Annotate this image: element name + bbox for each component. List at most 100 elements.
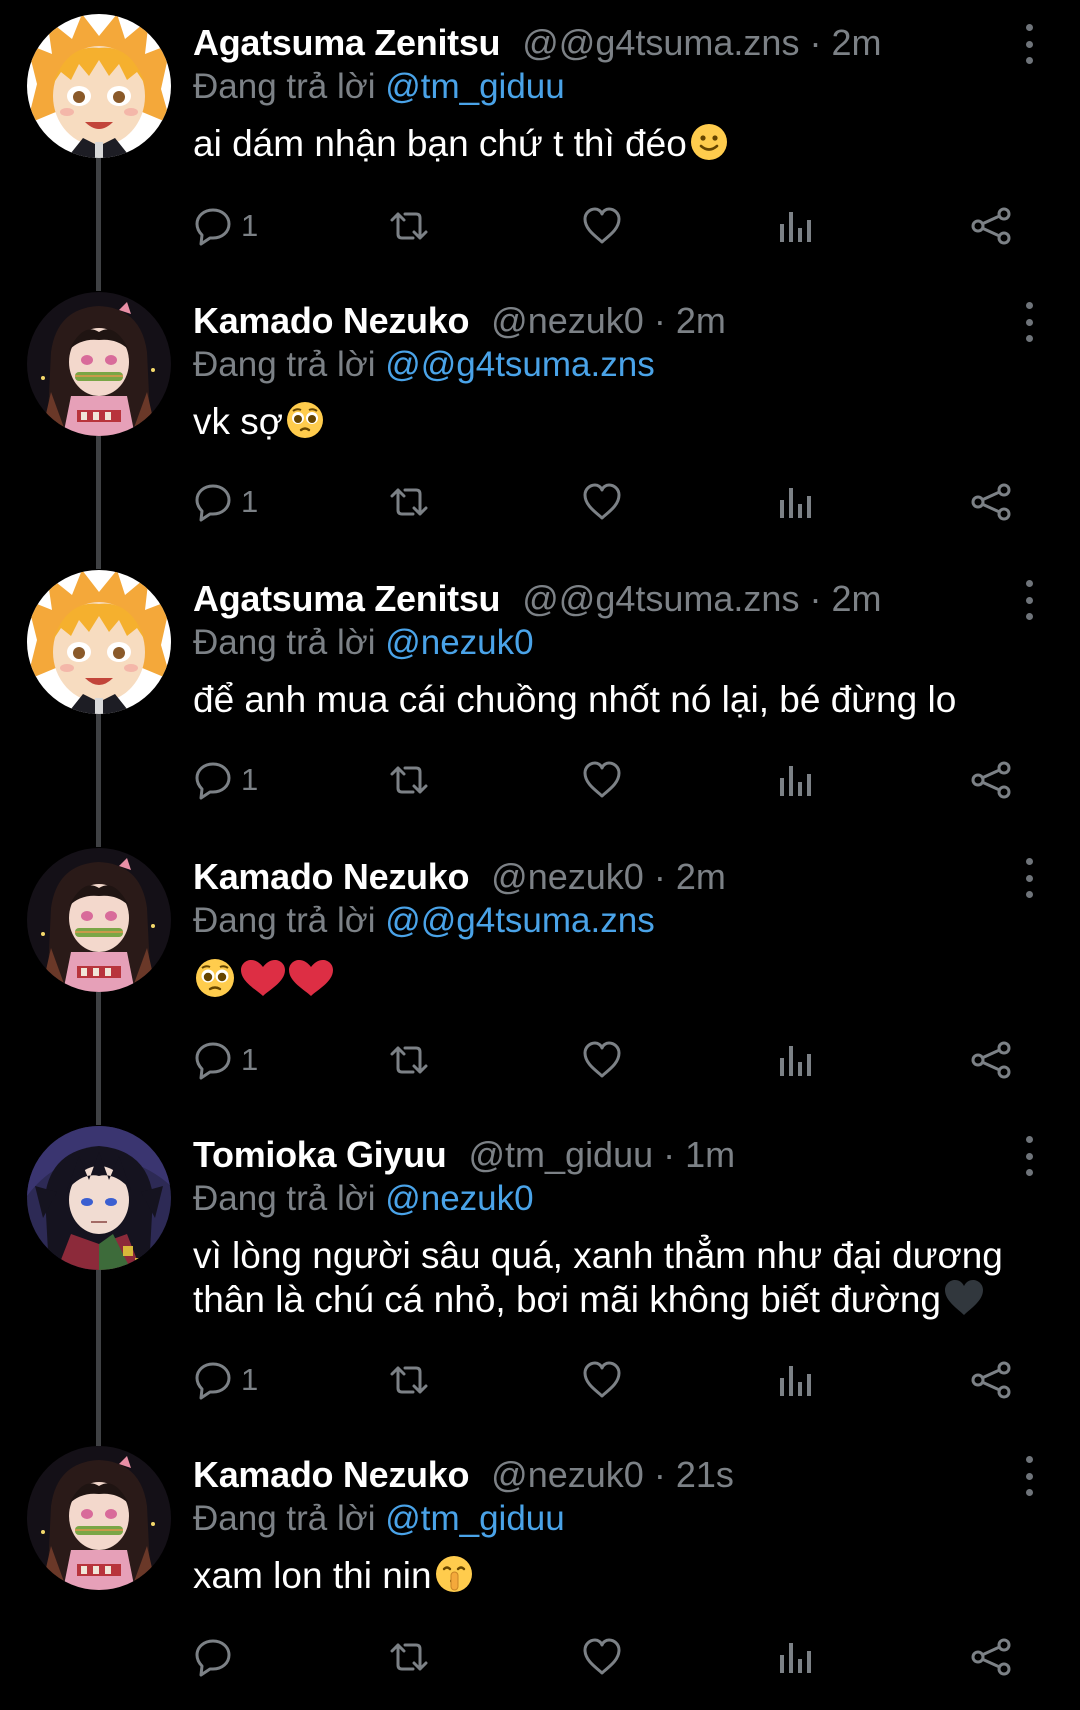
tweet-text-line: để anh mua cái chuồng nhốt nó lại, bé đừ… (193, 679, 957, 720)
tweet-text: để anh mua cái chuồng nhốt nó lại, bé đừ… (193, 678, 1043, 722)
more-options-icon[interactable] (1014, 1136, 1044, 1176)
tweet-header: Kamado Nezuko @nezuk0 · 21s (193, 1450, 734, 1500)
display-name[interactable]: Kamado Nezuko (193, 300, 469, 341)
timestamp[interactable]: 2m (676, 856, 726, 897)
separator-dot: · (653, 300, 676, 341)
avatar[interactable] (27, 292, 171, 436)
retweet-button[interactable] (386, 1632, 432, 1682)
separator-dot: · (809, 22, 832, 63)
retweet-button[interactable] (386, 1035, 432, 1085)
display-name[interactable]: Tomioka Giyuu (193, 1134, 447, 1175)
tweet-actions (193, 1632, 1023, 1682)
display-name[interactable]: Kamado Nezuko (193, 1454, 469, 1495)
tweet-card[interactable]: Agatsuma Zenitsu @@g4tsuma.zns · 2m Đang… (0, 0, 1080, 278)
user-handle[interactable]: @nezuk0 (491, 856, 644, 897)
analytics-button[interactable] (778, 755, 814, 805)
pleading-face-and-two-red-hearts-emoji (193, 956, 335, 1010)
tweet-card[interactable]: Kamado Nezuko @nezuk0 · 2m Đang trả lời … (0, 834, 1080, 1112)
analytics-button[interactable] (778, 201, 814, 251)
heart-icon (583, 1638, 621, 1675)
user-handle[interactable]: @tm_giduu (468, 1134, 653, 1175)
like-button[interactable] (581, 1355, 623, 1405)
analytics-icon (780, 212, 811, 242)
display-name[interactable]: Agatsuma Zenitsu (193, 578, 501, 619)
avatar[interactable] (27, 1126, 171, 1270)
user-handle[interactable]: @@g4tsuma.zns (522, 22, 799, 63)
more-options-icon[interactable] (1014, 1456, 1044, 1496)
display-name[interactable]: Agatsuma Zenitsu (193, 22, 501, 63)
tweet-text-line: xam lon thi nin (193, 1555, 432, 1596)
reply-button[interactable]: 1 (193, 1035, 258, 1085)
tweet-card[interactable]: Agatsuma Zenitsu @@g4tsuma.zns · 2m Đang… (0, 556, 1080, 834)
retweet-button[interactable] (386, 1355, 432, 1405)
share-button[interactable] (969, 755, 1013, 805)
reply-button[interactable]: 1 (193, 755, 258, 805)
reply-button[interactable]: 1 (193, 1355, 258, 1405)
like-button[interactable] (581, 755, 623, 805)
avatar[interactable] (27, 1446, 171, 1590)
like-button[interactable] (581, 201, 623, 251)
analytics-button[interactable] (778, 477, 814, 527)
tweet-header: Kamado Nezuko @nezuk0 · 2m (193, 852, 726, 902)
share-button[interactable] (969, 1035, 1013, 1085)
replying-to-label: Đang trả lời (193, 1179, 376, 1218)
mention-link[interactable]: @@g4tsuma.zns (385, 901, 655, 940)
retweet-button[interactable] (386, 201, 432, 251)
replying-to-label: Đang trả lời (193, 901, 376, 940)
reply-icon (195, 484, 231, 522)
like-button[interactable] (581, 1035, 623, 1085)
replying-to-label: Đang trả lời (193, 623, 376, 662)
tweet-text: ai dám nhận bạn chứ t thì đéo (193, 122, 1043, 172)
mention-link[interactable]: @tm_giduu (385, 1499, 565, 1538)
user-handle[interactable]: @nezuk0 (491, 1454, 644, 1495)
avatar[interactable] (27, 14, 171, 158)
user-handle[interactable]: @nezuk0 (491, 300, 644, 341)
analytics-button[interactable] (778, 1035, 814, 1085)
timestamp[interactable]: 21s (676, 1454, 734, 1495)
reply-button[interactable]: 1 (193, 201, 258, 251)
more-options-icon[interactable] (1014, 302, 1044, 342)
share-icon (971, 1041, 1011, 1079)
tweet-actions: 1 (193, 477, 1023, 527)
mention-link[interactable]: @tm_giduu (385, 67, 565, 106)
retweet-button[interactable] (386, 755, 432, 805)
share-icon (971, 761, 1011, 799)
reply-count: 1 (241, 208, 259, 243)
retweet-icon (390, 212, 428, 240)
reply-button[interactable] (193, 1632, 241, 1682)
tweet-header: Kamado Nezuko @nezuk0 · 2m (193, 296, 726, 346)
tweet-text: xam lon thi nin (193, 1554, 1043, 1604)
reply-thread: Agatsuma Zenitsu @@g4tsuma.zns · 2m Đang… (0, 0, 1080, 1708)
like-button[interactable] (581, 477, 623, 527)
reply-button[interactable]: 1 (193, 477, 258, 527)
mention-link[interactable]: @@g4tsuma.zns (385, 345, 655, 384)
timestamp[interactable]: 2m (831, 22, 881, 63)
share-button[interactable] (969, 201, 1013, 251)
share-button[interactable] (969, 1632, 1013, 1682)
share-button[interactable] (969, 1355, 1013, 1405)
more-options-icon[interactable] (1014, 580, 1044, 620)
timestamp[interactable]: 1m (685, 1134, 735, 1175)
more-options-icon[interactable] (1014, 858, 1044, 898)
avatar[interactable] (27, 848, 171, 992)
user-handle[interactable]: @@g4tsuma.zns (522, 578, 799, 619)
share-icon (971, 1638, 1011, 1676)
timestamp[interactable]: 2m (676, 300, 726, 341)
tweet-card[interactable]: Kamado Nezuko @nezuk0 · 2m Đang trả lời … (0, 278, 1080, 556)
analytics-button[interactable] (778, 1632, 814, 1682)
retweet-button[interactable] (386, 477, 432, 527)
pleading-face-emoji (285, 400, 325, 450)
avatar[interactable] (27, 570, 171, 714)
timestamp[interactable]: 2m (831, 578, 881, 619)
retweet-icon (390, 766, 428, 794)
like-button[interactable] (581, 1632, 623, 1682)
mention-link[interactable]: @nezuk0 (385, 1179, 533, 1218)
tweet-card[interactable]: Kamado Nezuko @nezuk0 · 21s Đang trả lời… (0, 1432, 1080, 1710)
retweet-icon (390, 488, 428, 516)
analytics-button[interactable] (778, 1355, 814, 1405)
mention-link[interactable]: @nezuk0 (385, 623, 533, 662)
display-name[interactable]: Kamado Nezuko (193, 856, 469, 897)
tweet-card[interactable]: Tomioka Giyuu @tm_giduu · 1m Đang trả lờ… (0, 1112, 1080, 1432)
share-button[interactable] (969, 477, 1013, 527)
more-options-icon[interactable] (1014, 24, 1044, 64)
